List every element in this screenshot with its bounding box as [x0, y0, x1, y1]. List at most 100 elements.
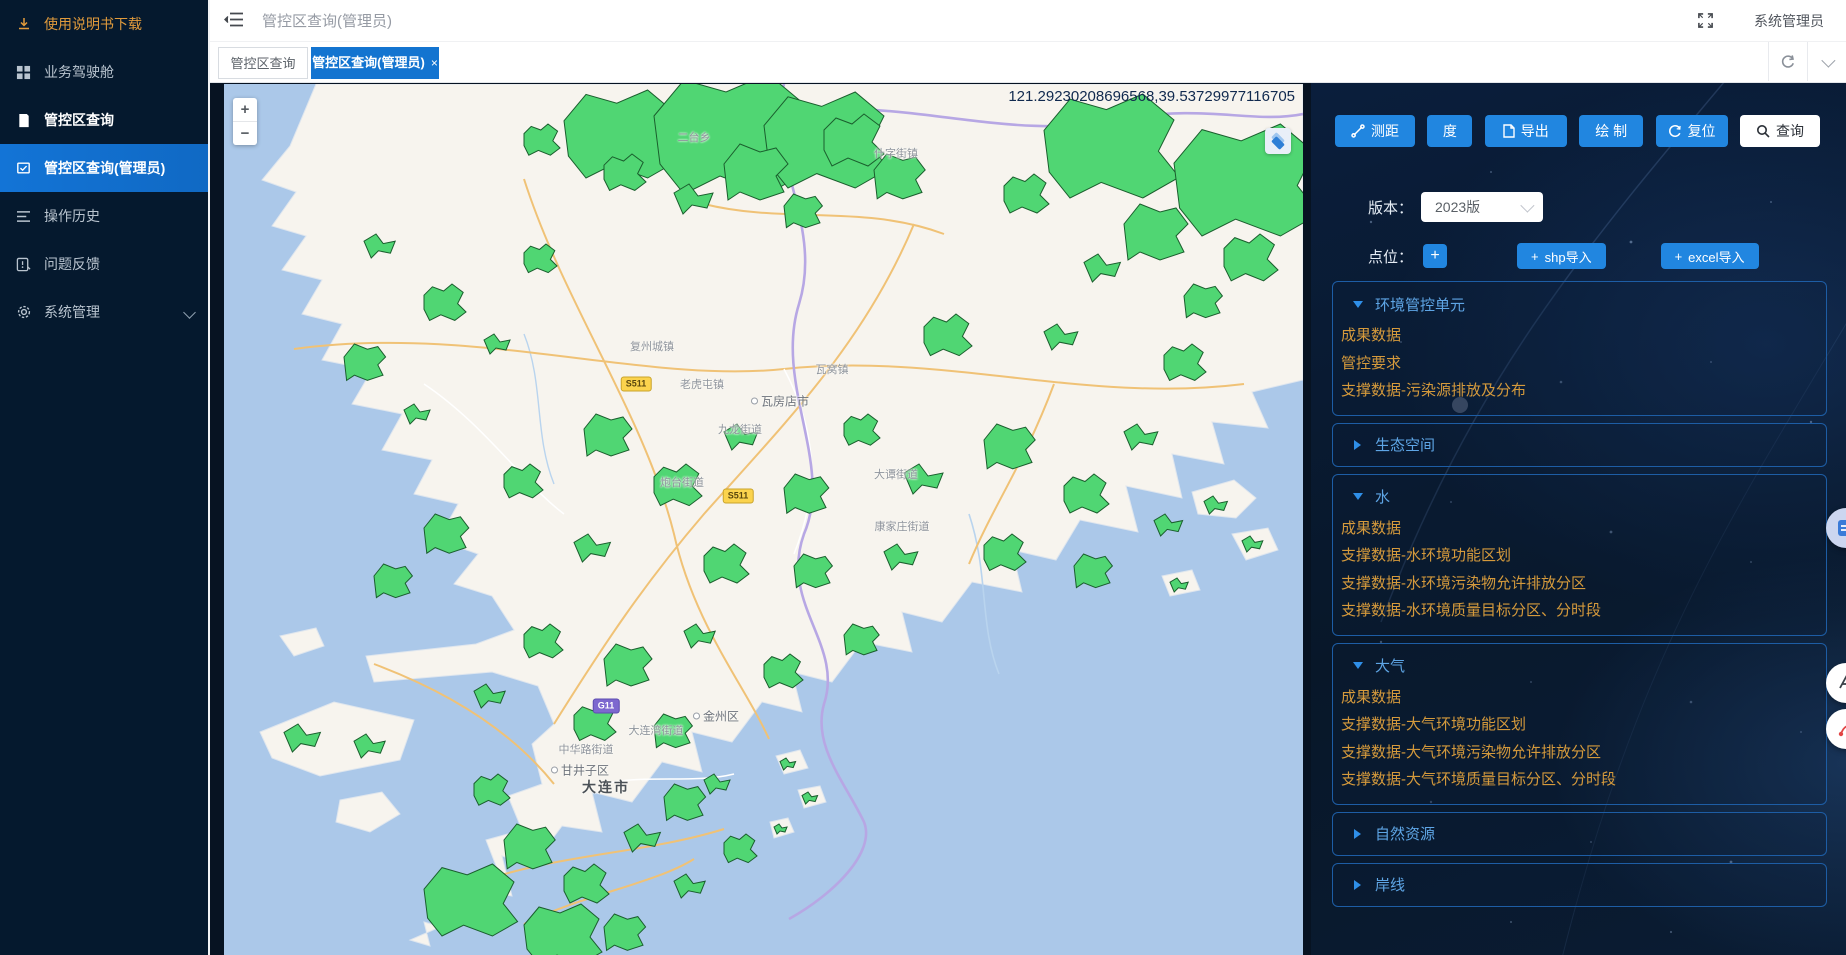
map-label: 康家庄街道 [875, 518, 930, 534]
map-toolbar: 测距 度 导出 绘 制 复位 查询 [1335, 115, 1820, 147]
map-label: 九龙街道 [718, 421, 762, 437]
map-label: 大谭街道 [874, 466, 918, 482]
section-ecological-space: 生态空间 [1332, 423, 1827, 467]
sidebar-divider [208, 0, 210, 955]
map-label: 瓦房店市 [751, 393, 809, 410]
map-label: 炮台街道 [660, 474, 704, 490]
section-natural-resources: 自然资源 [1332, 812, 1827, 856]
map-label: 中华路街道 [559, 741, 614, 757]
add-point-button[interactable]: + [1423, 244, 1447, 268]
section-header[interactable]: 生态空间 [1341, 433, 1812, 457]
reset-button[interactable]: 复位 [1656, 115, 1728, 147]
tree-item[interactable]: 支撑数据-水环境质量目标分区、分时段 [1341, 597, 1812, 625]
map-label: 金州区 [693, 708, 739, 725]
tree-item[interactable]: 支撑数据-大气环境质量目标分区、分时段 [1341, 766, 1812, 794]
section-header[interactable]: 岸线 [1341, 873, 1812, 897]
tree-item[interactable]: 成果数据 [1341, 684, 1812, 712]
export-button[interactable]: 导出 [1485, 115, 1567, 147]
section-header[interactable]: 大气 [1341, 654, 1812, 678]
zoom-in-button[interactable]: + [233, 98, 257, 121]
tree-item[interactable]: 管控要求 [1341, 350, 1812, 378]
section-header[interactable]: 自然资源 [1341, 822, 1812, 846]
shp-import-button[interactable]: + shp导入 [1517, 243, 1606, 269]
map-label: 什字街镇 [874, 145, 918, 161]
sidebar-item-manual-download[interactable]: 使用说明书下载 [0, 0, 208, 48]
feedback-icon [15, 256, 32, 273]
triangle-down-icon [1353, 301, 1363, 308]
gear-icon [15, 304, 32, 321]
section-header[interactable]: 环境管控单元 [1341, 292, 1812, 316]
version-select[interactable]: 2023版 [1421, 192, 1543, 222]
map-layers-icon[interactable] [1265, 128, 1291, 154]
map-coordinates: 121.29230208696568,39.53729977116705 [1008, 88, 1295, 105]
sidebar-item-control-area-query[interactable]: 管控区查询 [0, 96, 208, 144]
button-label: 导出 [1521, 121, 1549, 141]
version-value: 2023版 [1435, 197, 1480, 217]
map-label: 二台乡 [678, 129, 711, 145]
tab-close-icon[interactable]: × [431, 56, 438, 70]
current-user[interactable]: 系统管理员 [1754, 11, 1824, 31]
map-canvas[interactable]: 二台乡 什字街镇 复州城镇 老虎屯镇 瓦窝镇 瓦房店市 九龙街道 大谭街道 炮台… [224, 84, 1303, 955]
route-glyph-icon [1837, 720, 1846, 738]
search-button[interactable]: 查询 [1740, 115, 1820, 147]
tree-item[interactable]: 支撑数据-水环境污染物允许排放分区 [1341, 570, 1812, 598]
fullscreen-icon[interactable] [1697, 12, 1714, 29]
measure-distance-button[interactable]: 测距 [1335, 115, 1415, 147]
draw-button[interactable]: 绘 制 [1579, 115, 1643, 147]
section-environment-control-unit: 环境管控单元 成果数据 管控要求 支撑数据-污染源排放及分布 [1332, 281, 1827, 416]
section-title: 岸线 [1375, 874, 1405, 895]
sidebar-item-label: 管控区查询(管理员) [44, 158, 165, 178]
point-label: 点位： [1368, 246, 1413, 267]
road-shield: G11 [593, 699, 620, 714]
tree-item[interactable]: 成果数据 [1341, 322, 1812, 350]
tree-item[interactable]: 支撑数据-水环境功能区划 [1341, 542, 1812, 570]
section-header[interactable]: 水 [1341, 485, 1812, 509]
map-geography [224, 84, 1303, 955]
query-panel: 测距 度 导出 绘 制 复位 查询 版本： [1311, 82, 1846, 955]
plus-icon: + [1531, 249, 1539, 264]
sidebar-item-control-area-query-admin[interactable]: 管控区查询(管理员) [0, 144, 208, 192]
button-label: 测距 [1371, 121, 1399, 141]
tab-label: 管控区查询 [230, 56, 295, 71]
triangle-right-icon [1354, 440, 1361, 450]
tree-item[interactable]: 支撑数据-大气环境功能区划 [1341, 711, 1812, 739]
degree-button[interactable]: 度 [1427, 115, 1472, 147]
dashboard-grid-icon [15, 64, 32, 81]
section-title: 生态空间 [1375, 434, 1435, 455]
map-label: 甘井子区 [551, 762, 609, 779]
excel-import-button[interactable]: + excel导入 [1661, 243, 1759, 269]
chevron-down-icon [1520, 199, 1534, 213]
tab-control-area-query[interactable]: 管控区查询 [218, 47, 308, 79]
sidebar-item-label: 管控区查询 [44, 110, 114, 130]
tab-control-area-query-admin[interactable]: 管控区查询(管理员)× [311, 47, 439, 79]
map-label: 瓦窝镇 [816, 361, 849, 377]
tree-item[interactable]: 成果数据 [1341, 515, 1812, 543]
refresh-icon[interactable] [1768, 42, 1807, 81]
triangle-down-icon [1353, 493, 1363, 500]
triangle-right-icon [1354, 880, 1361, 890]
tree-item[interactable]: 支撑数据-污染源排放及分布 [1341, 377, 1812, 405]
section-title: 环境管控单元 [1375, 294, 1465, 315]
sidebar-item-operation-history[interactable]: 操作历史 [0, 192, 208, 240]
sidebar-item-label: 系统管理 [44, 302, 100, 322]
chevron-down-icon[interactable] [1807, 42, 1846, 81]
button-label: excel导入 [1688, 247, 1744, 266]
road-shield: S511 [621, 377, 652, 392]
triangle-down-icon [1353, 662, 1363, 669]
measure-distance-icon [1351, 124, 1365, 138]
sidebar-item-system-management[interactable]: 系统管理 [0, 288, 208, 336]
button-label: 度 [1443, 121, 1457, 141]
map-label: 复州城镇 [630, 338, 674, 354]
zoom-out-button[interactable]: − [233, 121, 257, 145]
sidebar-item-feedback[interactable]: 问题反馈 [0, 240, 208, 288]
map-zoom-control: + − [233, 98, 257, 145]
chevron-down-icon [183, 306, 196, 319]
app-window: 使用说明书下载 业务驾驶舱 管控区查询 管控区查询(管理员) 操作历史 [0, 0, 1846, 955]
map-label: 大连市 [582, 777, 630, 797]
map-label: 老虎屯镇 [680, 376, 724, 392]
menu-fold-icon[interactable] [224, 11, 244, 29]
search-icon [1756, 124, 1770, 138]
version-row: 版本： 2023版 [1311, 192, 1846, 222]
tree-item[interactable]: 支撑数据-大气环境污染物允许排放分区 [1341, 739, 1812, 767]
sidebar-item-dashboard[interactable]: 业务驾驶舱 [0, 48, 208, 96]
